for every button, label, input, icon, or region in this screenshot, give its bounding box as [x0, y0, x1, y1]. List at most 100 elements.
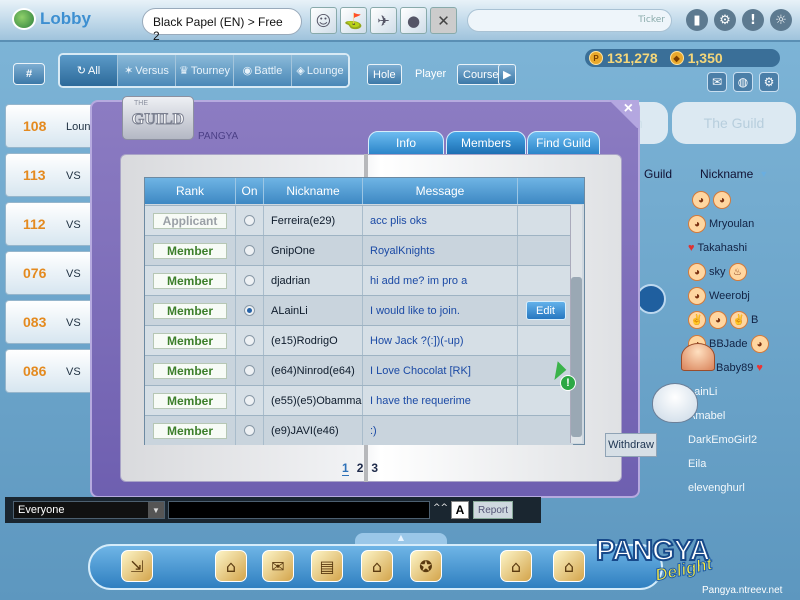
member-rank-badge: Member — [153, 272, 227, 289]
user-list-item[interactable]: ♥ Takahashi — [636, 236, 796, 260]
avatar-slot-empty[interactable]: ✕ — [430, 7, 457, 34]
house-icon[interactable]: ⌂ — [361, 550, 393, 582]
member-action-cell: Edit — [518, 296, 573, 325]
ticker-bar[interactable]: Ticker — [467, 9, 672, 32]
member-rank-cell: Member — [145, 266, 236, 295]
user-list-item[interactable]: ◕ ◕ — [636, 188, 796, 212]
pagination: 123 — [342, 461, 378, 476]
room-number: 083 — [23, 314, 47, 330]
room-type: VS — [66, 170, 81, 182]
room-type: VS — [66, 317, 81, 329]
member-rank-cell: Member — [145, 416, 236, 445]
user-list-item[interactable]: DarkEmoGirl2 — [636, 428, 796, 452]
room-number: 112 — [23, 216, 46, 232]
settings-icon[interactable]: ☼ — [770, 9, 792, 31]
emoticon-icon: ◕ — [688, 215, 706, 233]
member-row[interactable]: Member (e9)JAVI(e46):) — [145, 415, 573, 445]
member-rank-badge: Member — [153, 362, 227, 379]
report-button[interactable]: Report — [473, 501, 513, 519]
page-number[interactable]: 2 — [357, 461, 364, 476]
rank-column-header[interactable]: Rank — [145, 178, 236, 204]
nickname-column-header[interactable]: Nickname — [264, 178, 363, 204]
edit-message-button[interactable]: Edit — [525, 301, 566, 320]
lobby-title[interactable]: Lobby — [12, 8, 91, 30]
alert-icon[interactable]: ! — [742, 9, 764, 31]
user-list-item[interactable]: Baby89 ♥ — [636, 356, 796, 380]
mail-icon[interactable]: ✉ — [707, 72, 727, 92]
tab-info[interactable]: Info — [368, 131, 444, 155]
member-row[interactable]: Member (e15)RodrigO How Jack ?(:])(-up) — [145, 325, 573, 355]
room-filter-tabs: ↻ All ✶ Versus ♛ Tourney ◉ Battle ◈ Loun… — [58, 53, 350, 88]
user-list-item[interactable]: ◕ sky ♨ — [636, 260, 796, 284]
tab-lounge[interactable]: ◈ Lounge — [292, 55, 348, 86]
background-guild-tab[interactable]: The Guild — [672, 102, 796, 144]
chat-scope-value: Everyone — [18, 504, 65, 516]
user-list-item[interactable]: ✌ ◕ ✌ B — [636, 308, 796, 332]
font-button[interactable]: A — [451, 501, 469, 519]
tab-members[interactable]: Members — [446, 131, 526, 155]
tab-battle[interactable]: ◉ Battle — [234, 55, 292, 86]
room-number: 076 — [23, 265, 47, 281]
next-filter-button[interactable]: ▶ — [498, 64, 517, 85]
user-list-guild-header[interactable]: Guild — [636, 167, 688, 181]
chat-scope-select[interactable]: Everyone ▼ — [13, 501, 165, 519]
tab-tourney-label: Tourney — [190, 64, 230, 77]
page-number[interactable]: 1 — [342, 461, 349, 476]
member-row[interactable]: Member djadrian hi add me? im pro a — [145, 265, 573, 295]
member-row[interactable]: Member (e64)Ninrod(e64) I Love Chocolat [R… — [145, 355, 573, 385]
user-nickname: BBJade — [709, 338, 748, 350]
message-column-header[interactable]: Message — [363, 178, 518, 204]
avatar-slot-club[interactable]: ⛳ — [340, 7, 367, 34]
user-list-item[interactable]: Eila — [636, 452, 796, 476]
currency-display: P 131,278 ◆ 1,350 — [585, 49, 780, 67]
avatar-slot-caddie[interactable]: ✈ — [370, 7, 397, 34]
member-row[interactable]: Member GnipOne RoyalKnights — [145, 235, 573, 265]
scrollbar-thumb[interactable] — [571, 277, 582, 437]
members-scrollbar[interactable] — [570, 205, 582, 443]
hole-button[interactable]: Hole — [367, 64, 402, 85]
room-number-button[interactable]: # — [13, 63, 45, 85]
tab-all[interactable]: ↻ All — [60, 55, 118, 86]
withdraw-button[interactable]: Withdraw — [605, 433, 657, 457]
member-rank-cell: Member — [145, 386, 236, 415]
member-row[interactable]: Applicant Ferreira(e29) acc plis oks — [145, 205, 573, 235]
user-list-nickname-header[interactable]: Nickname — [688, 167, 753, 181]
my-room-icon[interactable]: ⌂ — [500, 550, 532, 582]
cake-icon: ♨ — [728, 263, 747, 281]
chat-input[interactable] — [168, 501, 430, 519]
avatar-slot-character[interactable]: ☺ — [310, 7, 337, 34]
site-url: Pangya.ntreev.net — [702, 585, 783, 596]
online-column-header[interactable]: On — [236, 178, 264, 204]
member-row[interactable]: Member (e55)(e5)Obamma I have the requerim… — [145, 385, 573, 415]
gift-icon[interactable]: ✉ — [262, 550, 294, 582]
chevron-down-icon[interactable]: ▼ — [148, 502, 164, 518]
book-icon[interactable]: ▮ — [686, 9, 708, 31]
guild-sign-caption: THE — [134, 100, 148, 107]
member-row[interactable]: Member ALainLi I would like to join. Edit — [145, 295, 573, 325]
guild-house-icon[interactable]: ⌂ — [553, 550, 585, 582]
tab-versus-label: Versus — [135, 64, 169, 77]
avatar-slot-ball[interactable]: ● — [400, 7, 427, 34]
tab-tourney[interactable]: ♛ Tourney — [176, 55, 234, 86]
shop-icon[interactable]: ⌂ — [215, 550, 247, 582]
sort-arrow-icon: ▼ — [759, 169, 769, 179]
user-list-item[interactable]: elevenghurl — [636, 476, 796, 500]
camera-icon[interactable]: ◍ — [733, 72, 753, 92]
tab-find-guild[interactable]: Find Guild — [527, 131, 600, 155]
tab-versus[interactable]: ✶ Versus — [118, 55, 176, 86]
gears-icon[interactable]: ⚙ — [714, 9, 736, 31]
cards-icon[interactable]: ▤ — [311, 550, 343, 582]
user-list-item[interactable]: ◕ BBJade ◕ — [636, 332, 796, 356]
user-list-item[interactable]: ◕ Mryoulan — [636, 212, 796, 236]
member-online-cell — [236, 356, 264, 385]
member-online-cell — [236, 236, 264, 265]
page-number[interactable]: 3 — [371, 461, 378, 476]
options-icon[interactable]: ⚙ — [759, 72, 779, 92]
member-nickname: (e64)Ninrod(e64) — [264, 356, 363, 385]
online-indicator-icon — [244, 395, 255, 406]
refresh-icon: ↻ — [76, 65, 86, 77]
close-button[interactable]: × — [601, 100, 639, 128]
scratch-icon[interactable]: ✪ — [410, 550, 442, 582]
exit-door-icon[interactable]: ⇲ — [121, 550, 153, 582]
emote-toggle[interactable]: ^^ — [433, 503, 448, 513]
